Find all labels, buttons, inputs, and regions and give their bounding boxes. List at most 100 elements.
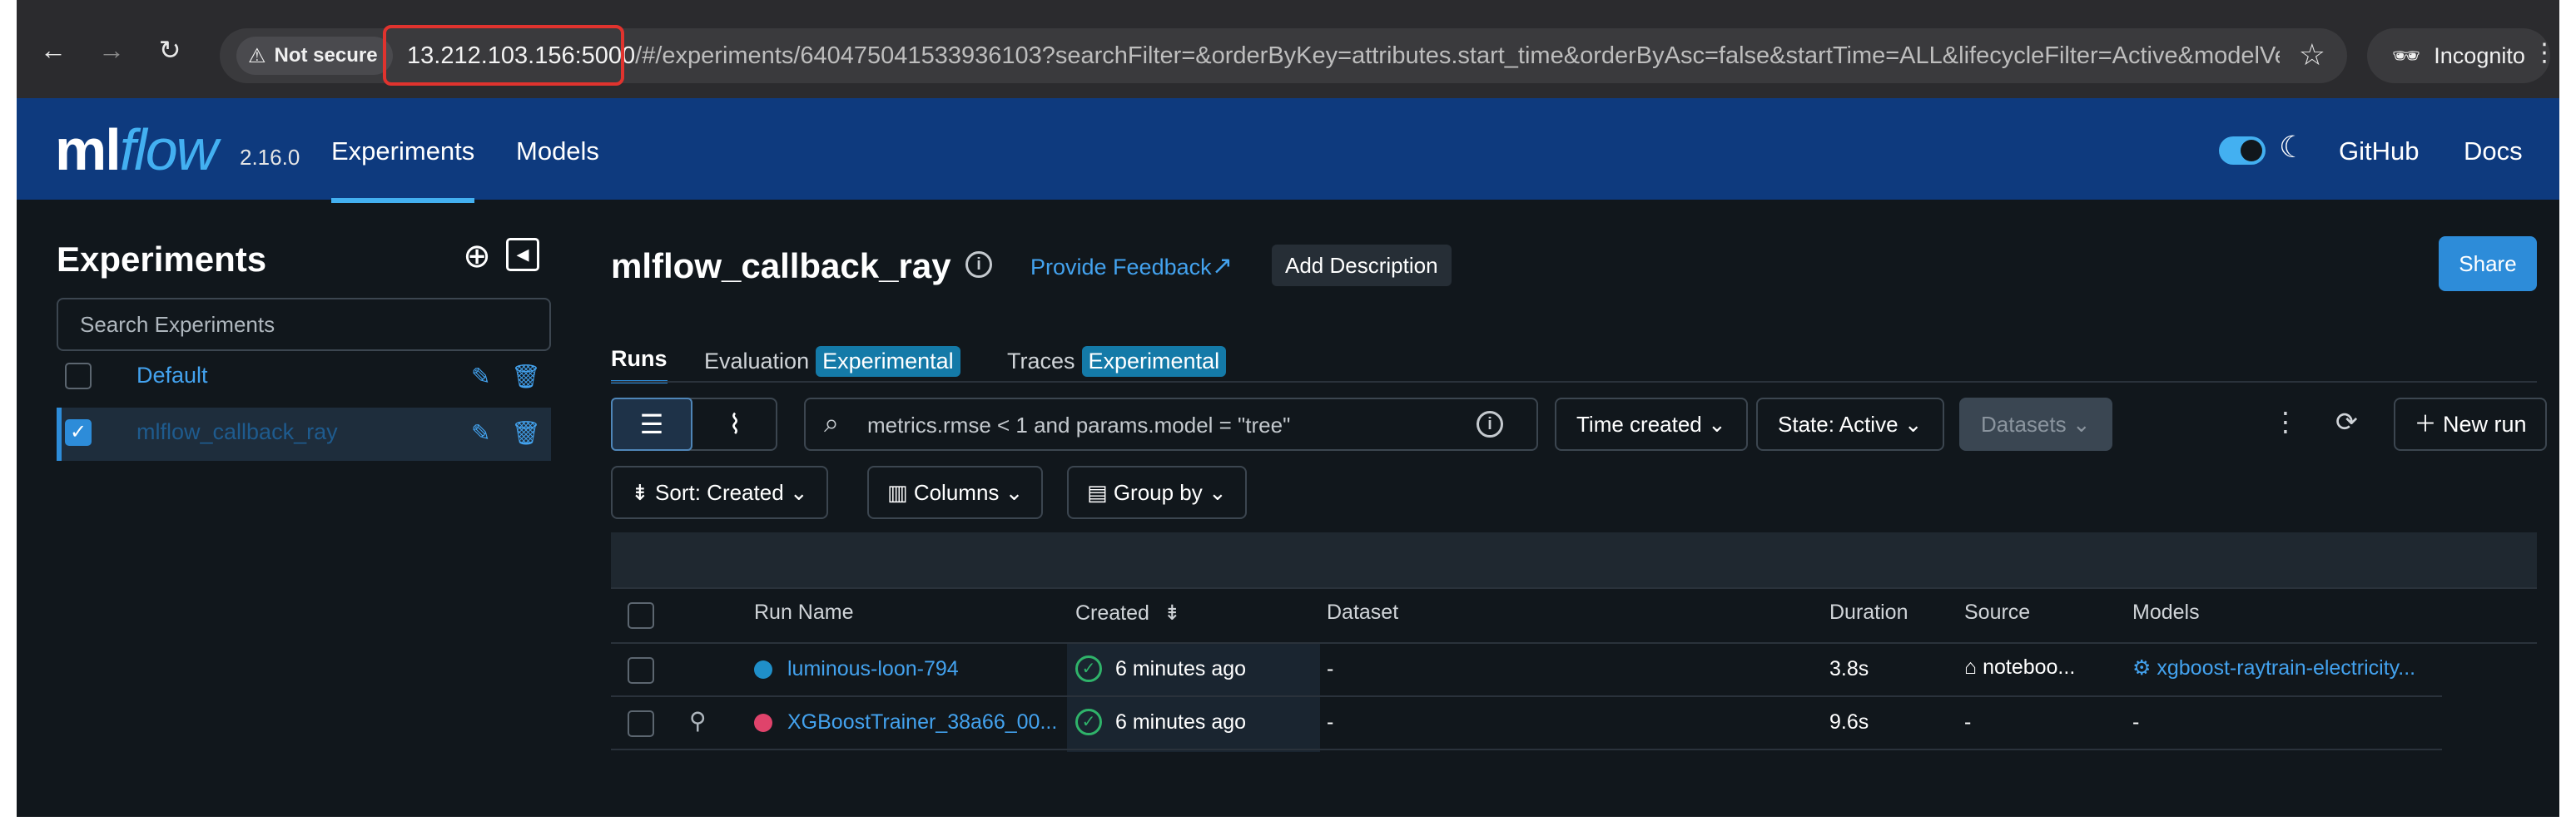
model-link[interactable]: ⚙ xgboost-raytrain-electricity...	[2132, 655, 2415, 680]
view-mode-toggle: ☰ ⌇	[611, 398, 777, 451]
provide-feedback-link[interactable]: Provide Feedback	[1030, 255, 1212, 280]
dark-mode-toggle[interactable]	[2219, 136, 2266, 165]
pin-icon[interactable]: ⚲	[689, 707, 707, 735]
page-title: mlflow_callback_ray	[611, 246, 951, 285]
incognito-icon: 🕶	[2392, 43, 2421, 68]
nav-experiments[interactable]: Experiments	[331, 136, 475, 203]
info-icon[interactable]: i	[1477, 411, 1503, 438]
models-value: -	[2132, 710, 2140, 734]
source-cell[interactable]: ⌂ noteboo...	[1964, 655, 2075, 680]
column-header-source[interactable]: Source	[1964, 601, 2030, 625]
select-all-checkbox[interactable]	[628, 602, 654, 629]
tab-evaluation[interactable]: Evaluation Experimental	[704, 346, 960, 377]
refresh-icon[interactable]: ⟳	[2335, 406, 2358, 438]
edit-pencil-icon[interactable]: ✎	[471, 363, 490, 390]
experiment-checkbox[interactable]: ✓	[65, 419, 92, 446]
tab-traces[interactable]: Traces Experimental	[1007, 346, 1227, 377]
more-options-icon[interactable]: ⋮	[2272, 406, 2299, 438]
column-header-created[interactable]: Created ⇟	[1075, 601, 1181, 626]
chevron-down-icon: ⌄	[1903, 412, 1923, 437]
search-icon: ⌕	[824, 408, 839, 438]
column-header-dataset[interactable]: Dataset	[1327, 601, 1398, 625]
mlflow-logo[interactable]: mlflow	[55, 116, 218, 183]
chart-view-icon[interactable]: ⌇	[694, 399, 776, 449]
collapse-sidebar-icon[interactable]: ◂	[506, 238, 539, 271]
add-description-button[interactable]: Add Description	[1272, 245, 1452, 286]
experiment-checkbox[interactable]	[65, 363, 92, 389]
columns-button[interactable]: ▥ Columns ⌄	[867, 466, 1044, 519]
divider	[611, 642, 2537, 644]
column-header-run-name[interactable]: Run Name	[754, 601, 854, 625]
status-finished-icon: ✓	[1075, 655, 1102, 682]
chevron-down-icon: ⌄	[1708, 412, 1726, 437]
version-label: 2.16.0	[240, 145, 300, 170]
group-icon: ▤	[1087, 480, 1108, 505]
column-header-models[interactable]: Models	[2132, 601, 2200, 625]
run-color-dot[interactable]	[754, 714, 772, 732]
sidebar-title: Experiments	[57, 240, 267, 279]
app-window: ← → ↻ ⚠ Not secure 13.212.103.156:5000/#…	[17, 0, 2559, 817]
reload-icon[interactable]: ↻	[153, 33, 186, 67]
url-path: /#/experiments/640475041533936103?search…	[635, 42, 2280, 69]
state-dropdown[interactable]: State: Active ⌄	[1756, 398, 1944, 451]
add-experiment-icon[interactable]: ⊕	[458, 238, 496, 276]
run-name-link[interactable]: luminous-loon-794	[787, 657, 959, 681]
nav-models[interactable]: Models	[516, 136, 599, 166]
sidebar-item-label[interactable]: mlflow_callback_ray	[136, 419, 338, 445]
divider	[611, 749, 2442, 750]
github-link[interactable]: GitHub	[2339, 136, 2419, 166]
row-checkbox[interactable]	[628, 710, 654, 737]
trash-icon[interactable]: 🗑	[511, 363, 541, 390]
tab-divider	[611, 381, 2537, 383]
back-arrow-icon[interactable]: ←	[37, 33, 70, 67]
sort-desc-icon: ⇟	[1163, 601, 1181, 625]
edit-pencil-icon[interactable]: ✎	[471, 419, 490, 447]
datasets-dropdown[interactable]: Datasets ⌄	[1959, 398, 2112, 451]
incognito-label: Incognito	[2434, 42, 2525, 68]
dataset-value: -	[1327, 710, 1334, 734]
dataset-value: -	[1327, 657, 1334, 680]
share-button[interactable]: Share	[2439, 236, 2537, 291]
notebook-home-icon: ⌂	[1964, 655, 1978, 679]
sidebar-item-mlflow-callback-ray[interactable]: ✓ mlflow_callback_ray ✎ 🗑	[57, 408, 551, 461]
row-checkbox[interactable]	[628, 657, 654, 684]
group-by-button[interactable]: ▤ Group by ⌄	[1067, 466, 1247, 519]
chevron-down-icon: ⌄	[789, 480, 808, 505]
info-icon[interactable]: i	[965, 251, 992, 278]
divider	[611, 695, 2442, 697]
external-link-icon[interactable]: ↗	[1212, 251, 1233, 280]
search-placeholder: metrics.rmse < 1 and params.model = "tre…	[867, 413, 1291, 438]
experimental-badge: Experimental	[816, 346, 960, 377]
created-value: 6 minutes ago	[1115, 710, 1247, 734]
url-highlight-box	[383, 25, 624, 86]
forward-arrow-icon[interactable]: →	[95, 33, 128, 67]
experimental-badge: Experimental	[1081, 346, 1227, 377]
column-header-duration[interactable]: Duration	[1829, 601, 1908, 625]
url-text[interactable]: 13.212.103.156:5000/#/experiments/640475…	[407, 28, 2280, 83]
time-created-dropdown[interactable]: Time created ⌄	[1555, 398, 1748, 451]
duration-value: 3.8s	[1829, 657, 1869, 680]
table-view-icon[interactable]: ☰	[611, 398, 692, 451]
browser-menu-icon[interactable]: ⋮	[2532, 37, 2557, 70]
security-chip[interactable]: ⚠ Not secure	[236, 37, 393, 75]
new-run-button[interactable]: ＋ New run	[2394, 398, 2547, 451]
bookmark-star-icon[interactable]: ☆	[2299, 38, 2325, 72]
tab-runs[interactable]: Runs	[611, 346, 668, 383]
trash-icon[interactable]: 🗑	[511, 419, 541, 447]
sidebar-item-default[interactable]: Default ✎ 🗑	[57, 351, 551, 404]
chevron-down-icon: ⌄	[1005, 480, 1024, 505]
browser-toolbar: ← → ↻ ⚠ Not secure 13.212.103.156:5000/#…	[17, 0, 2559, 98]
created-value: 6 minutes ago	[1115, 657, 1247, 680]
sort-button[interactable]: ⇟ Sort: Created ⌄	[611, 466, 828, 519]
security-label: Not secure	[274, 44, 378, 67]
docs-link[interactable]: Docs	[2464, 136, 2523, 166]
table-group-header	[611, 532, 2537, 589]
sidebar-item-label[interactable]: Default	[136, 363, 208, 388]
incognito-chip[interactable]: 🕶 Incognito	[2367, 28, 2550, 83]
run-color-dot[interactable]	[754, 660, 772, 679]
app-header: mlflow 2.16.0 Experiments Models ☾ GitHu…	[17, 98, 2559, 203]
runs-search-input[interactable]: ⌕ metrics.rmse < 1 and params.model = "t…	[804, 398, 1538, 451]
run-name-link[interactable]: XGBoostTrainer_38a66_00...	[787, 710, 1057, 735]
experiment-search-input[interactable]: Search Experiments	[57, 298, 551, 351]
moon-icon: ☾	[2279, 130, 2306, 164]
